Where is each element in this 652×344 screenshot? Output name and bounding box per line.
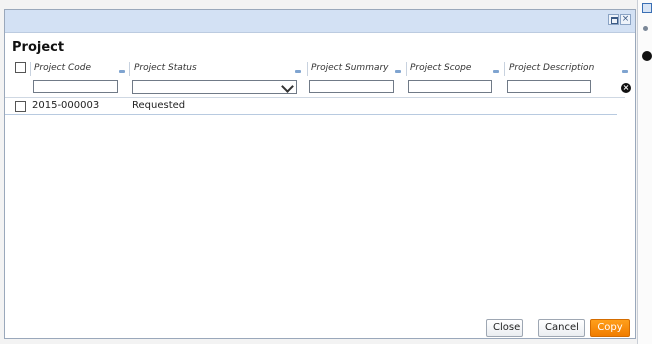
column-separator bbox=[129, 62, 130, 76]
copy-button[interactable]: Copy bbox=[590, 319, 630, 337]
chevron-down-icon bbox=[281, 80, 294, 93]
cancel-button[interactable]: Cancel bbox=[538, 319, 585, 337]
column-resize-handle[interactable] bbox=[119, 70, 125, 73]
column-separator bbox=[406, 62, 407, 76]
popout-icon[interactable] bbox=[642, 3, 652, 13]
select-all-checkbox[interactable] bbox=[15, 62, 26, 73]
header-divider bbox=[5, 97, 625, 98]
close-circle-icon[interactable] bbox=[642, 51, 652, 61]
close-button[interactable]: Close bbox=[486, 319, 523, 337]
project-summary-filter-input[interactable] bbox=[309, 80, 394, 93]
close-window-button[interactable]: × bbox=[620, 14, 631, 25]
column-header-project-status[interactable]: Project Status bbox=[134, 63, 197, 73]
project-code-filter-input[interactable] bbox=[33, 80, 118, 93]
project-status-filter-select[interactable] bbox=[132, 80, 297, 94]
project-scope-filter-input[interactable] bbox=[408, 80, 492, 93]
clear-filters-icon[interactable]: × bbox=[621, 83, 631, 93]
column-separator bbox=[307, 62, 308, 76]
column-resize-handle[interactable] bbox=[622, 70, 628, 73]
column-resize-handle[interactable] bbox=[395, 70, 401, 73]
dot-icon bbox=[643, 26, 648, 31]
table-row[interactable]: 2015-000003 Requested bbox=[5, 99, 617, 115]
project-code-cell: 2015-000003 bbox=[32, 100, 100, 111]
grid-header: Project Code Project Status Project Summ… bbox=[5, 59, 631, 99]
dialog-title: Project bbox=[12, 40, 65, 55]
column-resize-handle[interactable] bbox=[295, 70, 301, 73]
column-separator bbox=[504, 62, 505, 76]
column-resize-handle[interactable] bbox=[493, 70, 499, 73]
project-status-cell: Requested bbox=[132, 100, 186, 111]
column-separator bbox=[30, 62, 31, 76]
column-header-project-description[interactable]: Project Description bbox=[509, 63, 594, 73]
column-header-project-code[interactable]: Project Code bbox=[34, 63, 91, 73]
column-header-project-scope[interactable]: Project Scope bbox=[410, 63, 471, 73]
column-header-project-summary[interactable]: Project Summary bbox=[311, 63, 389, 73]
dialog-titlebar: × bbox=[5, 10, 635, 33]
background-window-strip bbox=[637, 0, 652, 344]
maximize-button[interactable] bbox=[608, 14, 619, 25]
row-checkbox[interactable] bbox=[15, 101, 26, 112]
project-description-filter-input[interactable] bbox=[507, 80, 591, 93]
project-dialog: × Project Project Code Project Status Pr… bbox=[4, 9, 636, 339]
